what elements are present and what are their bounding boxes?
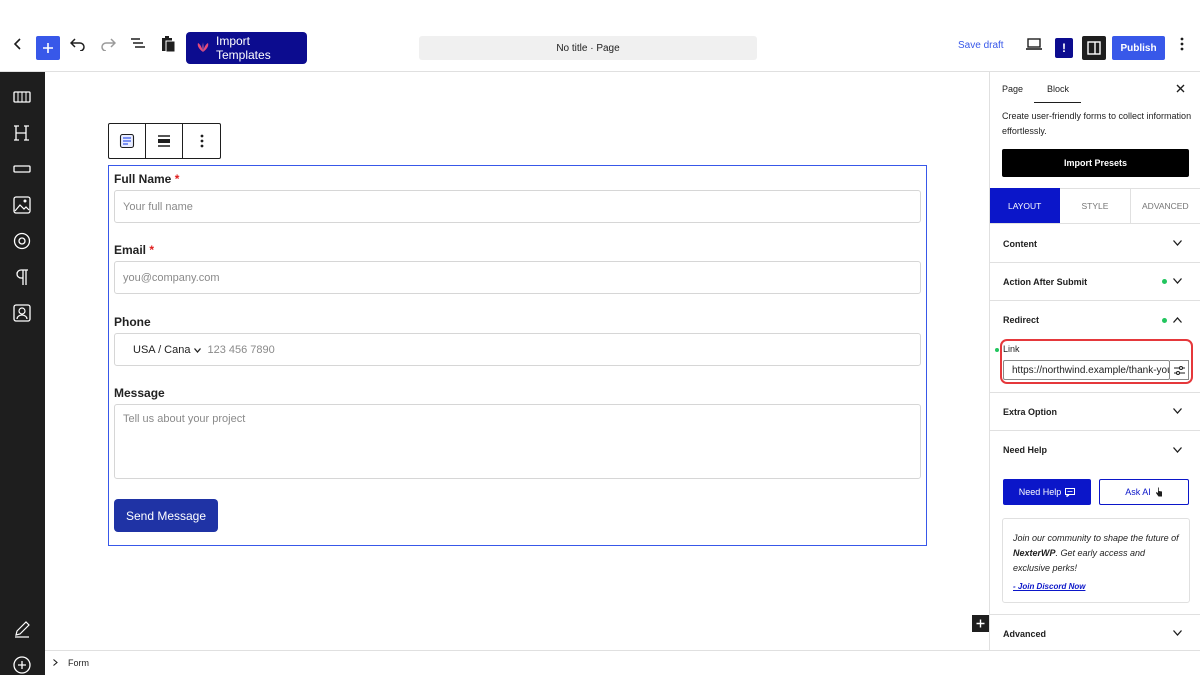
link-settings-button[interactable] (1170, 360, 1189, 380)
tab-advanced[interactable]: ADVANCED (1130, 188, 1200, 223)
required-mark: * (149, 243, 155, 257)
pointer-hand-icon (1155, 487, 1162, 497)
accordion-advanced[interactable]: Advanced (990, 614, 1200, 650)
chat-icon (1065, 487, 1076, 497)
target-block-icon[interactable] (11, 230, 33, 252)
tab-style[interactable]: STYLE (1060, 188, 1131, 223)
sliders-icon (1173, 365, 1185, 375)
send-message-button[interactable]: Send Message (114, 499, 218, 532)
profile-block-icon[interactable] (11, 302, 33, 324)
email-label: Email * (114, 243, 155, 257)
import-presets-button[interactable]: Import Presets (1002, 149, 1189, 177)
required-mark: * (174, 172, 180, 186)
import-templates-label: Import Templates (216, 34, 271, 62)
message-label: Message (114, 386, 165, 400)
close-icon[interactable] (1176, 82, 1185, 96)
clipboard-icon[interactable] (156, 32, 180, 56)
chevron-down-icon (1173, 406, 1182, 417)
country-select[interactable]: USA / Cana (123, 344, 190, 356)
button-block-icon[interactable] (11, 158, 33, 180)
join-discord-link[interactable]: - Join Discord Now (1013, 579, 1179, 594)
document-title-bar[interactable]: No title · Page (419, 36, 757, 60)
paragraph-block-icon[interactable] (11, 266, 33, 288)
notice-button[interactable]: ! (1055, 38, 1073, 58)
form-block-type-button[interactable] (109, 124, 146, 158)
phone-input[interactable]: USA / Cana 123 456 7890 (114, 333, 921, 366)
accordion-redirect[interactable]: Redirect (990, 301, 1200, 339)
active-status-dot (1162, 317, 1167, 323)
breadcrumb: Form (45, 650, 1200, 675)
slider-block-icon[interactable] (11, 86, 33, 108)
plus-icon (976, 619, 985, 628)
align-button[interactable] (146, 124, 183, 158)
redo-icon[interactable] (96, 32, 120, 56)
block-toolbar (108, 123, 221, 159)
left-block-rail (0, 72, 45, 675)
editor-canvas: Full Name * Your full name Email * you@c… (45, 72, 989, 650)
link-status-dot (995, 348, 999, 352)
full-name-label: Full Name * (114, 172, 180, 186)
accordion-extra-option[interactable]: Extra Option (990, 392, 1200, 431)
chevron-right-icon (53, 658, 58, 668)
community-card: Join our community to shape the future o… (1002, 518, 1190, 603)
more-options-icon[interactable] (1170, 32, 1194, 56)
full-name-input[interactable]: Your full name (114, 190, 921, 223)
need-help-button[interactable]: Need Help (1003, 479, 1091, 505)
form-block-icon (119, 133, 135, 149)
editor-app: Import Templates No title · Page Save dr… (0, 0, 1200, 675)
list-view-icon[interactable] (126, 32, 150, 56)
block-description: Create user-friendly forms to collect in… (1002, 111, 1192, 136)
phone-placeholder: 123 456 7890 (207, 343, 275, 356)
block-options-button[interactable] (183, 124, 220, 158)
phone-label: Phone (114, 315, 151, 329)
breadcrumb-item-form[interactable]: Form (68, 658, 89, 668)
accordion-content[interactable]: Content (990, 225, 1200, 263)
chevron-down-icon (1173, 238, 1182, 249)
block-inspector: Page Block Create user-friendly forms to… (989, 72, 1200, 650)
tab-page[interactable]: Page (1002, 84, 1023, 94)
brand-leaf-icon (196, 41, 210, 56)
link-label: Link (1003, 344, 1020, 354)
save-draft-button[interactable]: Save draft (958, 40, 1004, 51)
email-input[interactable]: you@company.com (114, 261, 921, 294)
brand-name: NexterWP (1013, 548, 1056, 558)
ask-ai-button[interactable]: Ask AI (1099, 479, 1189, 505)
active-status-dot (1162, 279, 1167, 284)
heading-block-icon[interactable] (11, 122, 33, 144)
message-textarea[interactable]: Tell us about your project (114, 404, 921, 479)
add-block-button[interactable] (36, 36, 60, 60)
accordion-action-after-submit[interactable]: Action After Submit (990, 263, 1200, 301)
add-inner-block-button[interactable] (972, 615, 989, 632)
redirect-link-input[interactable]: https://northwind.example/thank-you (1003, 360, 1170, 380)
back-icon[interactable] (6, 32, 30, 56)
add-circle-icon[interactable] (11, 654, 33, 675)
contact-form-block[interactable]: Full Name * Your full name Email * you@c… (108, 165, 989, 632)
device-preview-icon[interactable] (1022, 32, 1046, 56)
pencil-icon[interactable] (11, 618, 33, 640)
more-vertical-icon (200, 134, 203, 148)
chevron-up-icon (1173, 315, 1182, 326)
align-wide-icon (158, 135, 170, 147)
chevron-down-icon (1173, 628, 1182, 639)
publish-button[interactable]: Publish (1112, 36, 1165, 60)
settings-sidebar-toggle[interactable] (1082, 36, 1106, 60)
accordion-need-help[interactable]: Need Help (990, 431, 1200, 469)
chevron-down-icon (1173, 445, 1182, 456)
tab-block[interactable]: Block (1047, 84, 1069, 94)
chevron-down-icon (194, 344, 202, 356)
top-toolbar: Import Templates No title · Page Save dr… (0, 0, 1200, 72)
import-templates-button[interactable]: Import Templates (186, 32, 307, 64)
panel-tabs: LAYOUT STYLE ADVANCED (990, 188, 1200, 224)
tab-layout[interactable]: LAYOUT (990, 188, 1061, 223)
active-tab-indicator (1034, 102, 1081, 103)
chevron-down-icon (1173, 276, 1182, 287)
undo-icon[interactable] (66, 32, 90, 56)
image-block-icon[interactable] (11, 194, 33, 216)
